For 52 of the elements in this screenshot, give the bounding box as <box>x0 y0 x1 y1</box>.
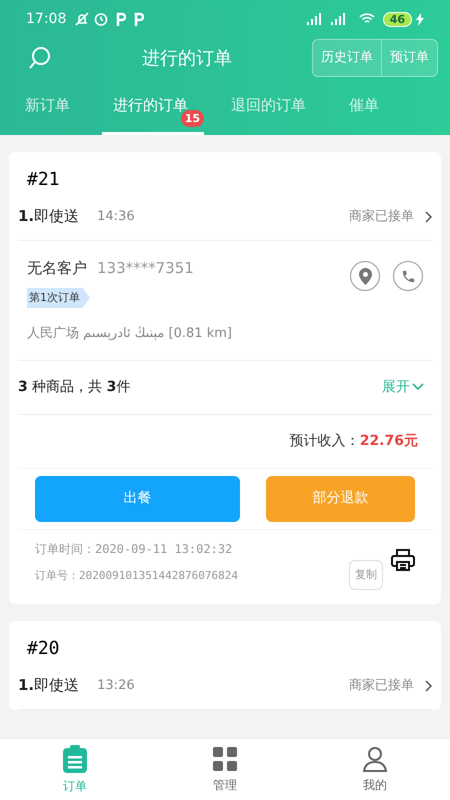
tab[interactable]: 退回的订单 <box>220 78 322 135</box>
chevron-right-icon <box>424 210 432 222</box>
bottom-nav-item[interactable]: 我的 <box>300 739 450 800</box>
action-button[interactable]: 部分退款 <box>266 476 415 522</box>
count-badge: 15 <box>180 110 204 127</box>
order-time: 订单时间：2020-09-11 13:02:32 <box>35 540 234 558</box>
income-amount: 22.76元 <box>360 432 418 450</box>
order-count-tag: 第1次订单 <box>27 288 90 308</box>
income-label: 预计收入： <box>290 432 360 450</box>
charging-icon <box>416 12 424 26</box>
alarm-icon <box>94 12 108 26</box>
order-number: #20 <box>26 637 61 661</box>
grid-icon <box>212 746 238 772</box>
chevron-right-icon <box>424 680 432 692</box>
location-pin-icon <box>358 268 372 284</box>
wifi-icon <box>358 13 375 25</box>
action-button[interactable]: 出餐 <box>35 476 240 522</box>
parking-icon <box>134 12 144 26</box>
person-icon <box>362 746 388 772</box>
muted-bell-icon <box>74 11 90 27</box>
header-button[interactable]: 预订单 <box>381 40 437 76</box>
tab[interactable]: 新订单 <box>14 78 86 135</box>
battery-level: 46 <box>382 12 412 26</box>
call-button[interactable] <box>393 261 423 291</box>
bottom-nav-item[interactable]: 管理 <box>150 739 300 800</box>
copy-button[interactable]: 复制 <box>349 560 383 590</box>
bottom-nav-item[interactable]: 订单 <box>0 739 150 800</box>
header-button[interactable]: 历史订单 <box>313 40 381 76</box>
page-title: 进行的订单 <box>142 46 232 70</box>
order-id: 订单号：202009101351442876076824 <box>35 568 239 584</box>
delivery-time: 13:26 <box>97 676 135 695</box>
delivery-type: 1.即使送 <box>18 206 80 228</box>
location-button[interactable] <box>350 261 380 291</box>
order-number: #21 <box>26 168 61 192</box>
chevron-down-icon <box>412 383 424 391</box>
tab[interactable]: 进行的订单 15 <box>102 78 204 135</box>
delivery-type: 1.即使送 <box>18 675 80 696</box>
expand-button[interactable]: 展开 <box>382 376 424 398</box>
clipboard-icon <box>62 744 88 772</box>
printer-icon[interactable] <box>391 548 415 572</box>
tab[interactable]: 催单 <box>338 78 395 135</box>
order-status: 商家已接单 <box>349 676 414 695</box>
customer-phone: 133****7351 <box>97 258 194 279</box>
parking-icon <box>116 12 126 26</box>
status-time: 17:08 <box>26 10 66 28</box>
order-status: 商家已接单 <box>349 208 414 226</box>
address: 人民广场 مېنىڭ ئادرېسىم [0.81 km] <box>27 324 233 343</box>
item-summary: 3 种商品，共 3件 <box>18 378 130 396</box>
customer-name: 无名客户 <box>27 258 87 279</box>
search-icon[interactable] <box>28 46 52 70</box>
phone-icon <box>400 268 416 284</box>
delivery-time: 14:36 <box>97 208 135 226</box>
